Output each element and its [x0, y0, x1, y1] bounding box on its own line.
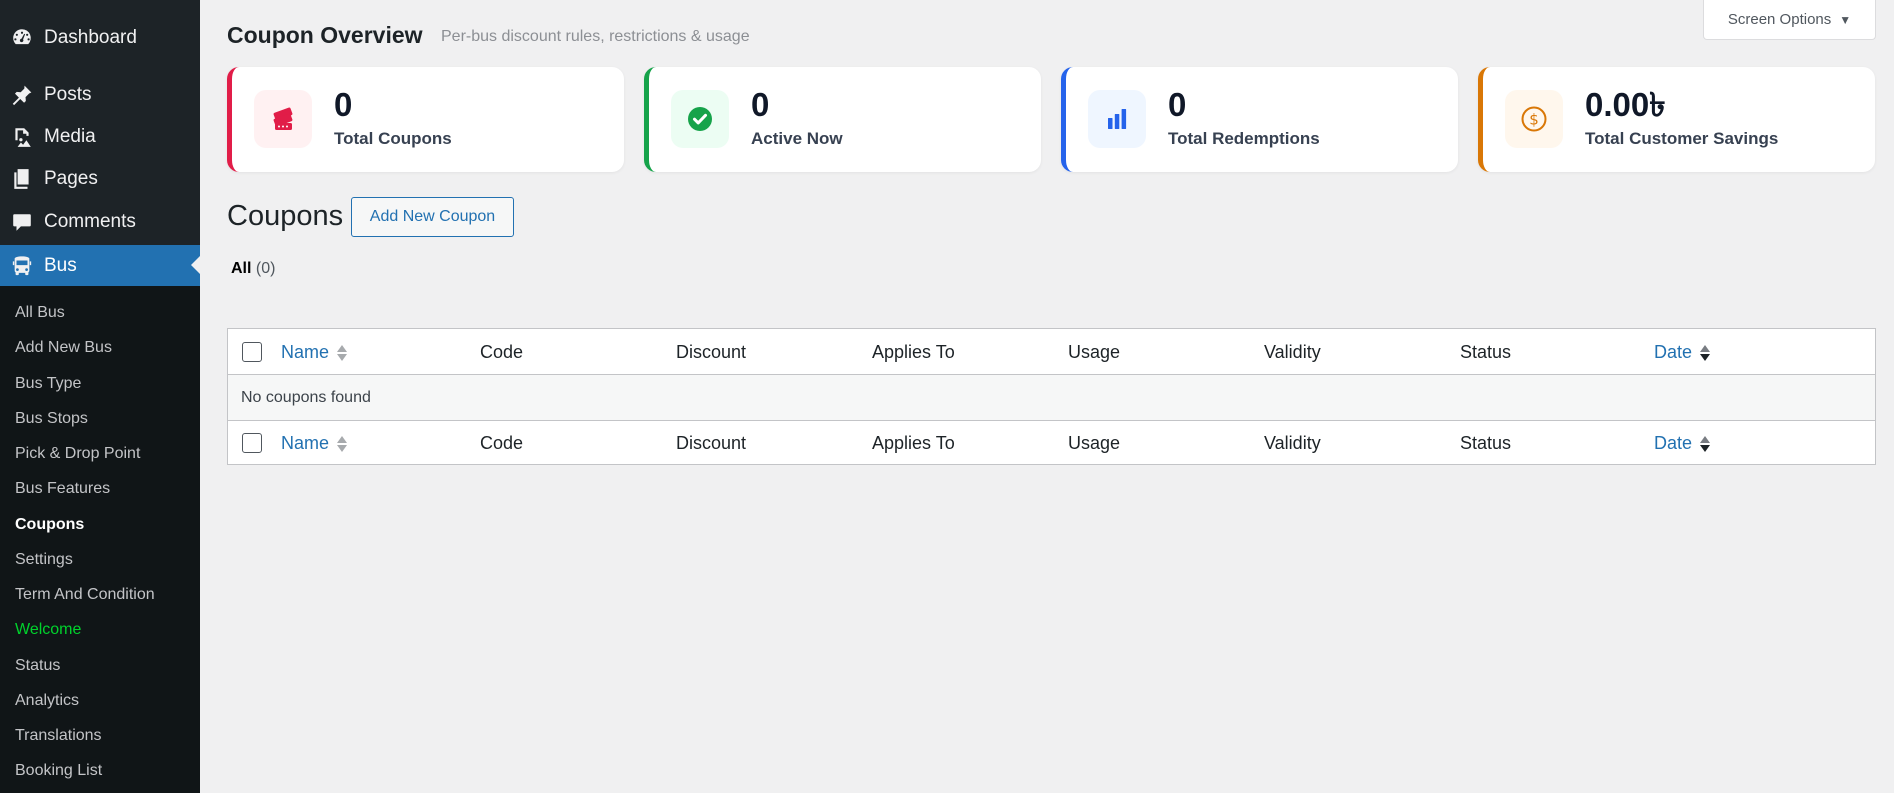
add-new-coupon-button[interactable]: Add New Coupon: [351, 197, 514, 237]
column-header-usage: Usage: [1068, 433, 1121, 453]
bus-icon: [10, 254, 34, 278]
column-header-code: Code: [480, 342, 524, 362]
sort-icon: [337, 434, 348, 454]
submenu-term-and-condition[interactable]: Term And Condition: [15, 585, 155, 605]
bus-submenu: All Bus Add New Bus Bus Type Bus Stops P…: [0, 286, 200, 793]
menu-label: Dashboard: [44, 27, 137, 48]
comment-icon: [10, 210, 34, 234]
dollar-coin-icon: $: [1505, 90, 1563, 148]
column-header-usage: Usage: [1068, 342, 1121, 362]
menu-bus[interactable]: Bus: [0, 245, 200, 286]
stat-card-total-coupons: 0 Total Coupons: [227, 67, 624, 172]
media-icon: [10, 125, 34, 149]
submenu-welcome[interactable]: Welcome: [15, 620, 81, 640]
admin-sidebar: Dashboard Posts Media Pages Comments Bus…: [0, 0, 200, 793]
submenu-analytics[interactable]: Analytics: [15, 691, 79, 711]
menu-label: Comments: [44, 211, 136, 232]
menu-pages[interactable]: Pages: [0, 159, 200, 199]
menu-posts[interactable]: Posts: [0, 75, 200, 115]
column-header-name[interactable]: Name: [281, 341, 348, 363]
stat-value: 0: [334, 86, 353, 123]
stat-label: Total Coupons: [334, 129, 452, 148]
table-row: No coupons found: [228, 375, 1875, 420]
submenu-coupons[interactable]: Coupons: [15, 515, 84, 535]
select-all-checkbox[interactable]: [242, 433, 262, 453]
column-label: Date: [1654, 433, 1693, 453]
column-header-date[interactable]: Date: [1654, 341, 1711, 363]
select-all-checkbox[interactable]: [242, 342, 262, 362]
stat-value: 0: [751, 86, 770, 123]
bar-chart-icon: [1088, 90, 1146, 148]
empty-message: No coupons found: [241, 389, 371, 406]
column-header-validity: Validity: [1264, 433, 1321, 453]
submenu-translations[interactable]: Translations: [15, 726, 102, 746]
stat-value: 0.00৳: [1585, 86, 1666, 123]
submenu-bus-type[interactable]: Bus Type: [15, 374, 81, 394]
column-label: Date: [1654, 342, 1693, 362]
filter-all-link[interactable]: All: [231, 260, 251, 277]
menu-dashboard[interactable]: Dashboard: [0, 18, 200, 58]
stat-card-total-redemptions: 0 Total Redemptions: [1061, 67, 1458, 172]
stat-card-total-customer-savings: $ 0.00৳ Total Customer Savings: [1478, 67, 1875, 172]
column-header-status: Status: [1460, 433, 1512, 453]
pages-icon: [10, 167, 34, 191]
menu-media[interactable]: Media: [0, 117, 200, 157]
column-header-code: Code: [480, 433, 524, 453]
menu-comments[interactable]: Comments: [0, 202, 200, 242]
coupons-table: Name Code Discount Applies To Usage Vali…: [227, 328, 1876, 465]
submenu-pick-drop-point[interactable]: Pick & Drop Point: [15, 444, 140, 464]
stat-label: Active Now: [751, 129, 843, 148]
submenu-all-bus[interactable]: All Bus: [15, 303, 65, 323]
stat-label: Total Customer Savings: [1585, 129, 1779, 148]
column-header-discount: Discount: [676, 342, 747, 362]
column-header-date[interactable]: Date: [1654, 432, 1711, 454]
filter-all: All (0): [231, 259, 275, 279]
column-header-applies-to: Applies To: [872, 342, 955, 362]
submenu-settings[interactable]: Settings: [15, 550, 73, 570]
table-footer-row: Name Code Discount Applies To Usage Vali…: [228, 420, 1875, 464]
column-header-name[interactable]: Name: [281, 432, 348, 454]
svg-text:$: $: [1529, 111, 1539, 129]
column-header-discount: Discount: [676, 433, 747, 453]
page-subtitle: Per-bus discount rules, restrictions & u…: [441, 28, 750, 45]
ticket-icon: [254, 90, 312, 148]
submenu-bus-stops[interactable]: Bus Stops: [15, 409, 88, 429]
column-header-status: Status: [1460, 342, 1512, 362]
menu-label: Bus: [44, 254, 77, 276]
caret-down-icon: ▼: [1839, 12, 1852, 27]
table-header-row: Name Code Discount Applies To Usage Vali…: [228, 329, 1875, 375]
submenu-status[interactable]: Status: [15, 656, 60, 676]
column-header-applies-to: Applies To: [872, 433, 955, 453]
menu-label: Media: [44, 126, 96, 147]
dashboard-icon: [10, 26, 34, 50]
filter-all-count: (0): [255, 260, 276, 277]
stat-value: 0: [1168, 86, 1187, 123]
sort-desc-icon: [1700, 343, 1711, 363]
submenu-bus-features[interactable]: Bus Features: [15, 479, 110, 499]
screen-options-button[interactable]: Screen Options ▼: [1703, 0, 1876, 40]
screen-options-label: Screen Options: [1727, 11, 1832, 28]
menu-label: Posts: [44, 84, 92, 105]
menu-label: Pages: [44, 168, 98, 189]
column-header-validity: Validity: [1264, 342, 1321, 362]
submenu-add-new-bus[interactable]: Add New Bus: [15, 338, 112, 358]
column-label: Name: [281, 342, 330, 362]
pin-icon: [10, 83, 34, 107]
sort-icon: [337, 343, 348, 363]
sort-desc-icon: [1700, 434, 1711, 454]
stat-label: Total Redemptions: [1168, 129, 1320, 148]
submenu-booking-list[interactable]: Booking List: [15, 761, 102, 781]
page-title: Coupon Overview: [227, 22, 423, 48]
stat-card-active-now: 0 Active Now: [644, 67, 1041, 172]
check-circle-icon: [671, 90, 729, 148]
column-label: Name: [281, 433, 330, 453]
list-title: Coupons: [227, 200, 344, 232]
